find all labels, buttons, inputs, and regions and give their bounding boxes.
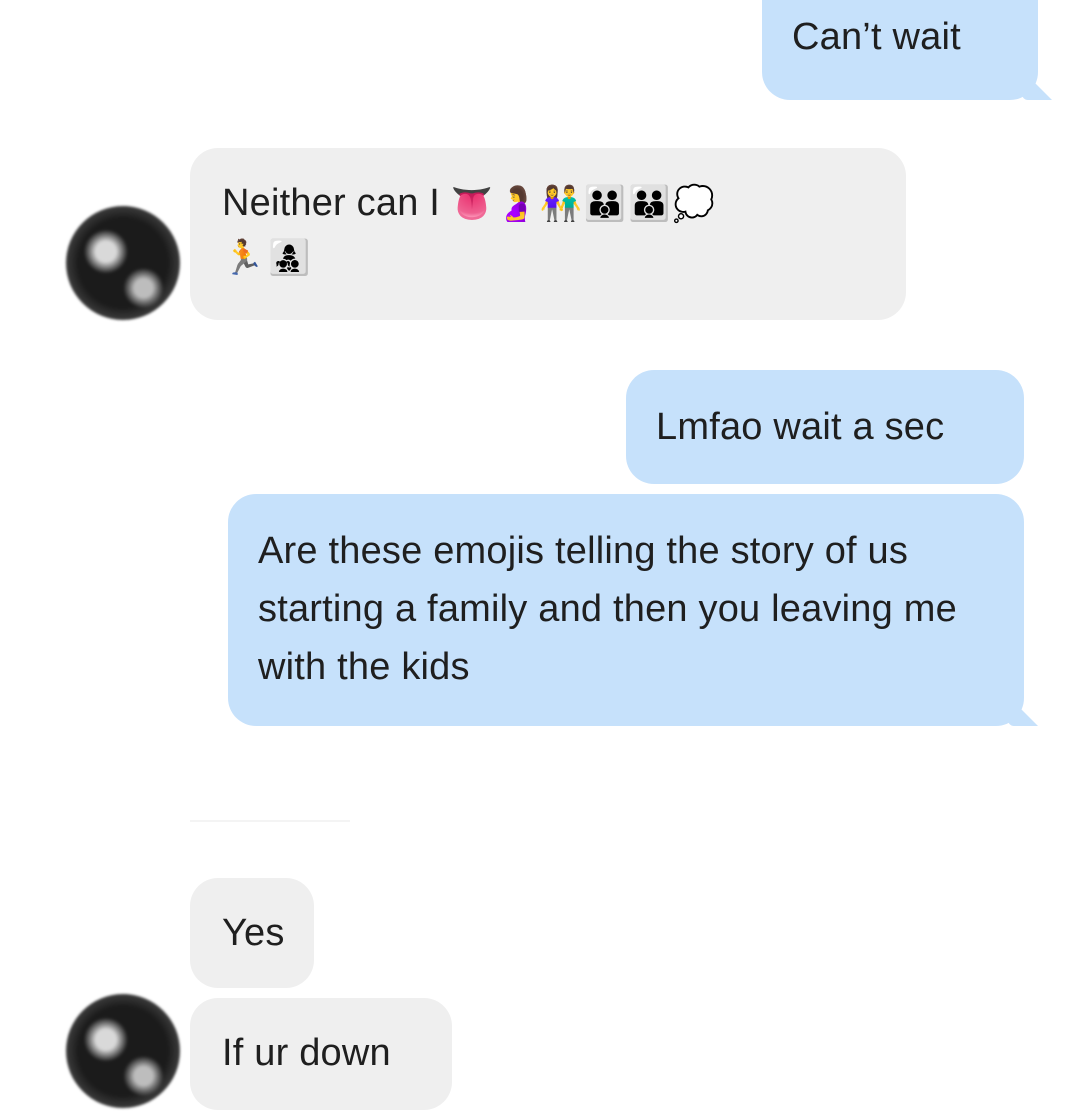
message-text: Neither can I xyxy=(222,182,441,224)
thread-spacer xyxy=(190,820,350,822)
received-message-bubble[interactable]: If ur down xyxy=(190,998,452,1110)
sent-message-bubble[interactable]: Can’t wait xyxy=(762,0,1038,100)
received-message-bubble[interactable]: Yes xyxy=(190,878,314,988)
emoji-sequence: 👅🤰👫👪👪💭 xyxy=(450,185,717,223)
sent-message-bubble[interactable]: Are these emojis telling the story of us… xyxy=(228,494,1024,726)
message-text: Lmfao wait a sec xyxy=(656,406,945,448)
emoji-sequence-line-2: 🏃👩‍👧‍👦 xyxy=(222,239,315,277)
contact-avatar[interactable] xyxy=(66,994,180,1108)
message-text: Yes xyxy=(222,912,285,954)
contact-avatar[interactable] xyxy=(66,206,180,320)
message-thread: Can’t wait Neither can I 👅🤰👫👪👪💭 🏃👩‍👧‍👦 L… xyxy=(0,0,1080,1114)
message-text: If ur down xyxy=(222,1032,391,1074)
sent-message-bubble[interactable]: Lmfao wait a sec xyxy=(626,370,1024,484)
message-text: Can’t wait xyxy=(792,16,961,58)
message-text: Are these emojis telling the story of us… xyxy=(258,530,957,688)
received-message-bubble[interactable]: Neither can I 👅🤰👫👪👪💭 🏃👩‍👧‍👦 xyxy=(190,148,906,320)
